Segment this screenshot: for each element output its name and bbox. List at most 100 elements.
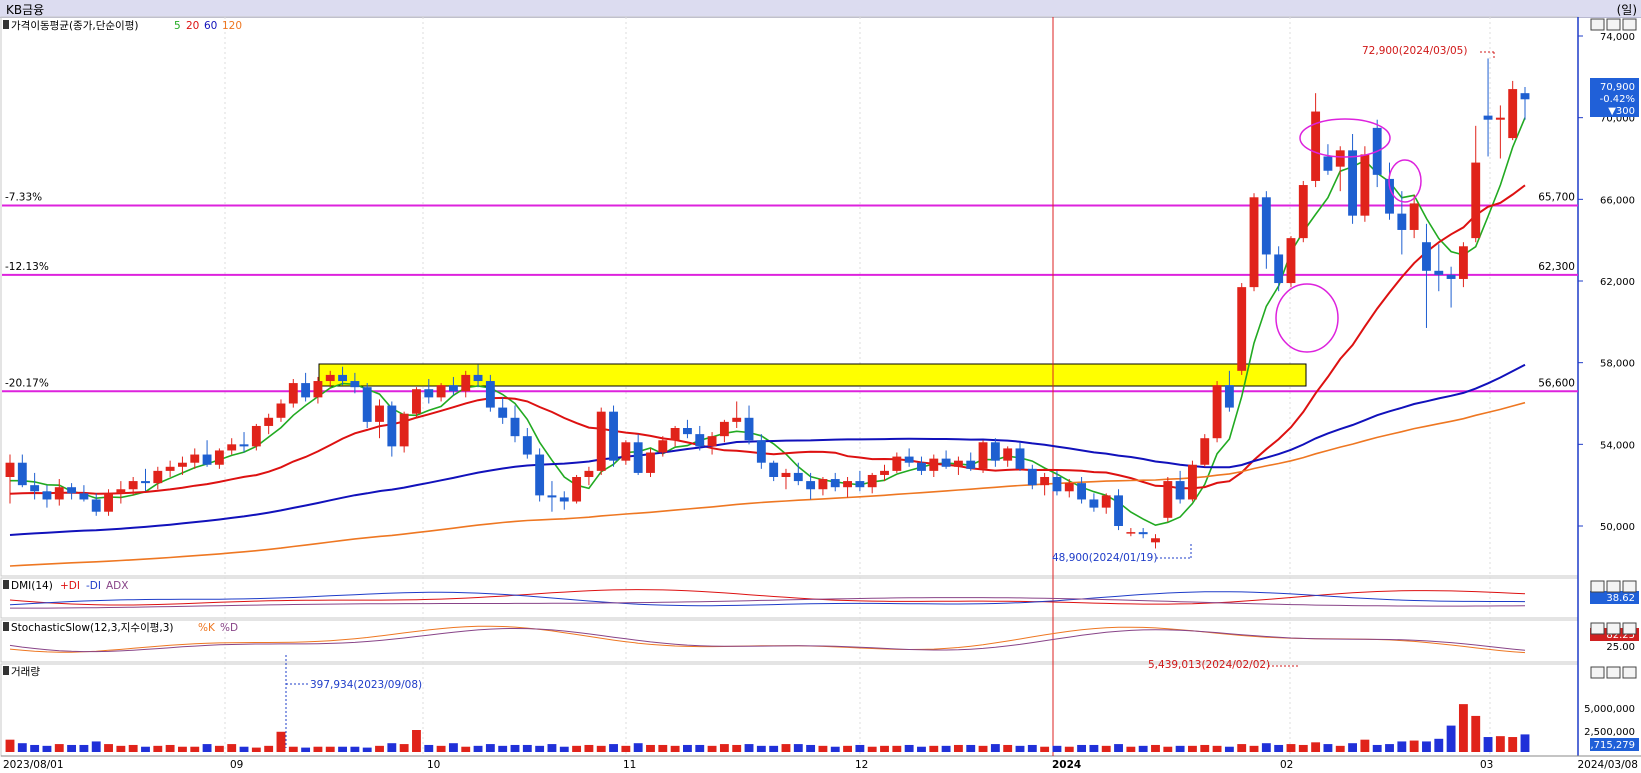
candle-body (485, 381, 495, 408)
volume-value: 1,715,279 (1584, 740, 1635, 751)
candle-body (572, 477, 582, 502)
candle-body (1274, 254, 1284, 284)
level-price-label: 65,700 (1538, 191, 1575, 203)
volume-panel-close-button[interactable] (1622, 666, 1637, 679)
volume-bar (904, 744, 914, 752)
stock-chart[interactable]: -7.33% 65,700 -12.13% 62,300 -20.17% 56,600 7… (0, 0, 1641, 773)
x-label-start: 2023/08/01 (3, 759, 64, 771)
volume-bar (67, 744, 77, 752)
volume-bar (769, 745, 779, 752)
price-panel-min-button[interactable] (1590, 18, 1605, 31)
candle-body (239, 444, 249, 447)
volume-bar (695, 744, 705, 752)
candle-body (498, 407, 508, 418)
dmi-panel-close-button[interactable] (1622, 580, 1637, 593)
candle-body (1298, 185, 1308, 239)
volume-bar (1385, 744, 1394, 752)
volume-panel-legend: 거래량 (3, 666, 40, 678)
volume-bar (596, 745, 606, 752)
stoch-panel-close-button[interactable] (1622, 622, 1637, 635)
low-annotation: 48,900(2024/01/19) (1052, 542, 1192, 564)
volume-bar (966, 744, 976, 752)
volume-bar (880, 745, 889, 752)
volume-bar (806, 744, 816, 752)
volume-bar (929, 745, 939, 752)
volume-bar (190, 746, 200, 752)
candle-body (436, 385, 446, 398)
volume-bar (387, 743, 397, 752)
volume-bar (978, 745, 988, 752)
candle-body (1434, 270, 1444, 275)
volume-bar (953, 744, 963, 752)
candle-body (313, 381, 323, 398)
volume-bar (1040, 746, 1050, 752)
candle-body (1335, 150, 1345, 167)
dmi-minus-line (9, 591, 1526, 607)
volume-bar (141, 746, 150, 752)
candle-body (448, 385, 458, 392)
candle-body (190, 454, 200, 463)
stoch-panel-max-button[interactable] (1606, 622, 1621, 635)
candle-body (1483, 115, 1493, 120)
dmi-legend-plus: +DI (60, 580, 80, 592)
level-pct-label: -12.13% (5, 261, 49, 273)
x-axis: 2023/08/01 09 10 11 12 2024 02 03 2024/0… (3, 759, 1638, 771)
level-pct-label: -20.17% (5, 377, 49, 389)
ma-label-60: 60 (204, 20, 217, 32)
volume-bar (510, 744, 520, 752)
candle-body (30, 485, 40, 492)
stoch-panel-legend: StochasticSlow(12,3,지수이평,3) %K %D (3, 622, 238, 634)
candle-body (1224, 385, 1234, 408)
volume-bar (1089, 744, 1099, 752)
x-label-12: 12 (855, 759, 868, 771)
stoch-legend-k: %K (198, 622, 216, 634)
candle-body (756, 440, 766, 463)
volume-panel-min-button[interactable] (1590, 666, 1605, 679)
dmi-panel-max-button[interactable] (1606, 580, 1621, 593)
candle-body (584, 470, 594, 477)
moving-average-lines (9, 117, 1526, 567)
volume-bar (1348, 743, 1357, 752)
volume-bar (1495, 736, 1505, 752)
candle-body (128, 481, 138, 490)
volume-bar (917, 746, 926, 752)
candle-body (990, 442, 1000, 461)
stoch-panel-min-button[interactable] (1590, 622, 1605, 635)
volume-bar (5, 739, 15, 752)
volume-bar (1003, 744, 1013, 752)
candle-body (1027, 468, 1037, 486)
candle-body (633, 442, 643, 473)
volume-bar (1064, 746, 1074, 752)
x-label-02: 02 (1280, 759, 1293, 771)
candle-body (818, 479, 828, 490)
dmi-panel-min-button[interactable] (1590, 580, 1605, 593)
volume-bar (633, 743, 643, 752)
volume-bar (867, 746, 877, 752)
volume-bar (1027, 744, 1037, 752)
volume-bar (1397, 741, 1407, 752)
price-panel-close-button[interactable] (1622, 18, 1637, 31)
level-price-label: 62,300 (1538, 261, 1575, 273)
volume-panel-label: 거래량 (11, 666, 40, 678)
candle-body (941, 458, 951, 467)
volume-bar (1422, 741, 1431, 752)
volume-bar (1077, 744, 1087, 752)
volume-bar (30, 744, 40, 752)
candle-body (424, 389, 434, 398)
candle-body (264, 417, 274, 426)
price-panel-max-button[interactable] (1606, 18, 1621, 31)
candle-body (658, 440, 668, 453)
y-tick-label: 58,000 (1600, 359, 1635, 370)
volume-bar (17, 743, 27, 752)
volume-bar (128, 744, 138, 752)
candle-body (904, 456, 914, 463)
volume-bar (375, 745, 384, 752)
volume-tick-2-5m: 2,500,000 (1584, 727, 1635, 738)
volume-panel-max-button[interactable] (1606, 666, 1621, 679)
volume-bar (264, 745, 274, 752)
price-tag-diff: ▼300 (1608, 106, 1635, 117)
candle-body (1188, 464, 1197, 500)
candle-body (141, 481, 150, 484)
volume-bar (153, 745, 163, 752)
candle-body (867, 474, 877, 488)
